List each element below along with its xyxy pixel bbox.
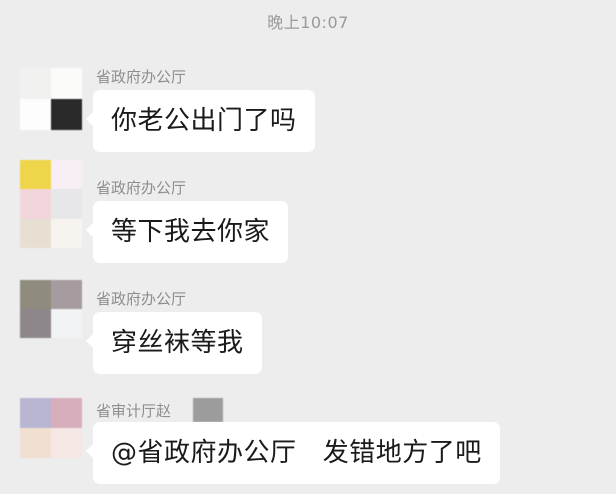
- avatar-mosaic-cell: [20, 160, 51, 190]
- chat-window: 晚上10:07 省政府办公厅 你老公出门了吗 省政府办公厅 等下我去你家 省政府…: [0, 0, 616, 494]
- avatar-mosaic-cell: [51, 428, 82, 458]
- sender-badge-icon: [193, 398, 224, 422]
- avatar-mosaic-cell: [51, 68, 82, 99]
- avatar-mosaic-cell: [51, 398, 82, 428]
- avatar-mosaic-cell: [51, 280, 82, 309]
- avatar[interactable]: [20, 160, 82, 248]
- avatar-mosaic-cell: [20, 280, 51, 309]
- avatar-mosaic-cell: [20, 189, 51, 219]
- avatar-mosaic-cell: [51, 218, 82, 248]
- sender-name-text: 省政府办公厅: [96, 179, 187, 197]
- avatar-mosaic-cell: [51, 99, 82, 130]
- message-bubble[interactable]: 等下我去你家: [85, 201, 289, 263]
- sender-name: 省政府办公厅: [96, 177, 186, 198]
- sender-name-text: 省政府办公厅: [96, 290, 187, 308]
- message-bubble[interactable]: 你老公出门了吗: [86, 90, 315, 152]
- avatar-mosaic-cell: [51, 309, 82, 338]
- avatar-mosaic-cell: [20, 218, 51, 248]
- avatar[interactable]: [20, 398, 82, 458]
- sender-name: 省政府办公厅: [96, 288, 186, 309]
- avatar-mosaic-cell: [51, 160, 82, 190]
- avatar-mosaic-cell: [20, 398, 51, 428]
- avatar-mosaic-cell: [20, 309, 51, 338]
- sender-name-text: 省审计厅赵: [96, 401, 172, 420]
- message-bubble[interactable]: @省政府办公厅 发错地方了吧: [86, 422, 500, 484]
- avatar[interactable]: [20, 68, 82, 130]
- chat-timestamp: 晚上10:07: [267, 13, 349, 32]
- avatar-mosaic-cell: [51, 189, 82, 219]
- sender-name: 省审计厅赵: [96, 398, 224, 422]
- avatar[interactable]: [20, 280, 82, 338]
- avatar-mosaic-cell: [20, 428, 51, 458]
- avatar-mosaic-cell: [20, 99, 51, 130]
- message-bubble[interactable]: 穿丝袜等我: [86, 312, 262, 374]
- sender-name-text: 省政府办公厅: [96, 68, 187, 86]
- sender-name: 省政府办公厅: [96, 66, 186, 87]
- avatar-mosaic-cell: [20, 68, 51, 99]
